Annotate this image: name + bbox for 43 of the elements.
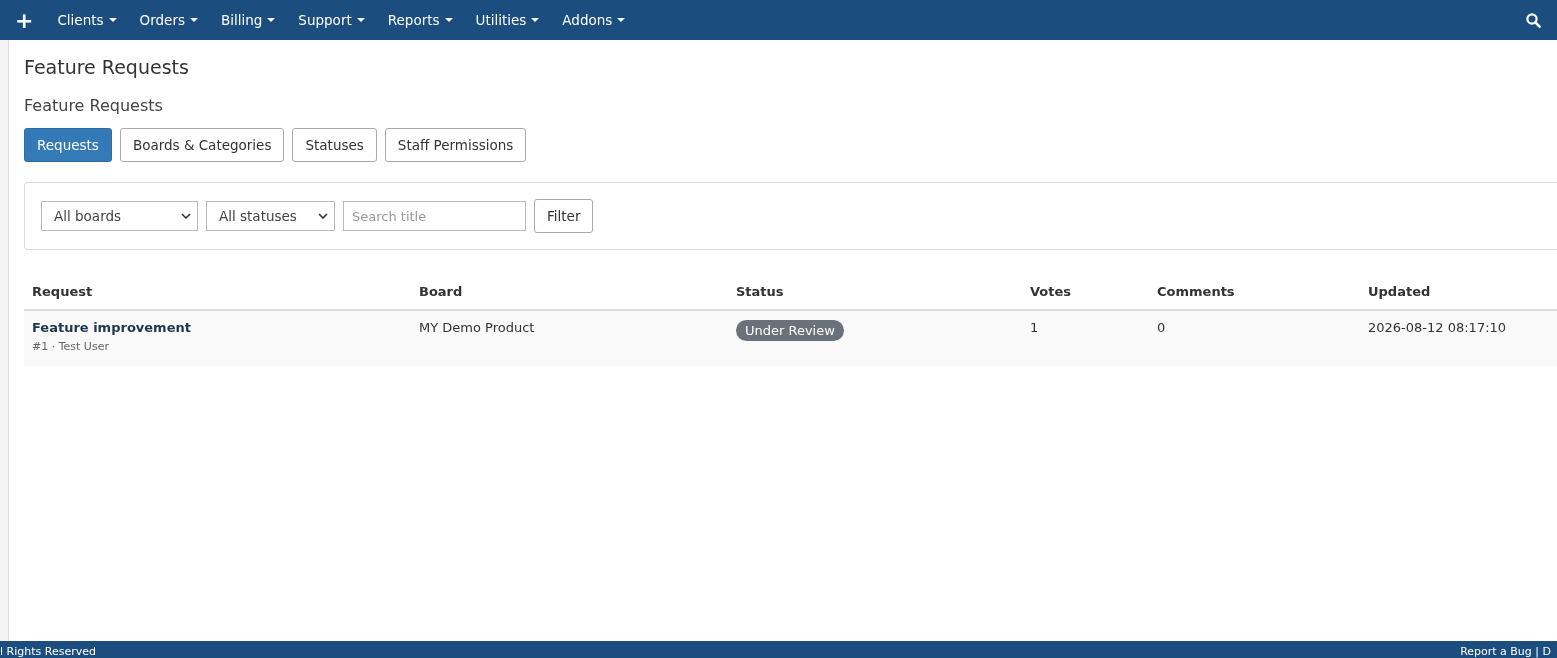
caret-icon [267,18,276,22]
request-meta: #1 · Test User [32,340,110,353]
section-title: Feature Requests [24,96,164,115]
caret-icon [189,18,198,22]
board-name: MY Demo Product [419,320,535,335]
tab[interactable]: Boards & Categories [119,128,285,162]
tab[interactable]: Statuses [292,128,377,162]
caret-icon [617,18,626,22]
nav-menu[interactable]: Support [287,0,376,40]
nav-menu[interactable]: Utilities [464,0,551,40]
chevron-icon [181,213,191,219]
footer-links: Report a Bug | D [1460,645,1551,658]
add-button[interactable]: + [0,0,47,40]
chevron-icon [318,213,328,219]
column-header: Board [419,283,464,299]
request-title: Feature improvement [32,320,192,335]
column-header: Status [736,283,785,299]
page-title: Feature Requests [24,56,190,78]
tab[interactable]: Requests [24,128,112,162]
caret-icon [356,18,365,22]
nav-menu[interactable]: Billing [209,0,287,40]
comment-count: 0 [1157,320,1166,335]
column-header: Updated [1368,283,1432,299]
column-header: Request [32,283,94,299]
nav-menu[interactable]: Orders [128,0,209,40]
nav-menu[interactable]: Reports [376,0,464,40]
nav-menu[interactable]: Clients [46,0,128,40]
nav-menu[interactable]: Addons [551,0,637,40]
column-header: Votes [1030,283,1073,299]
caret-icon [444,18,453,22]
updated-time: 2026-08-12 08:17:10 [1368,320,1507,335]
status-badge: Under Review [736,320,844,341]
tab[interactable]: Staff Permissions [384,128,527,162]
search-icon [1526,12,1541,28]
caret-icon [531,18,540,22]
caret-icon [108,18,117,22]
column-header: Comments [1157,283,1236,299]
filter-button[interactable]: Filter [534,199,594,233]
vote-count: 1 [1030,320,1039,335]
board-dropdown[interactable]: All boards [41,201,198,231]
search-field[interactable]: Search title [343,201,526,231]
footer-text: l Rights Reserved [0,645,96,658]
status-dropdown[interactable]: All statuses [206,201,335,231]
